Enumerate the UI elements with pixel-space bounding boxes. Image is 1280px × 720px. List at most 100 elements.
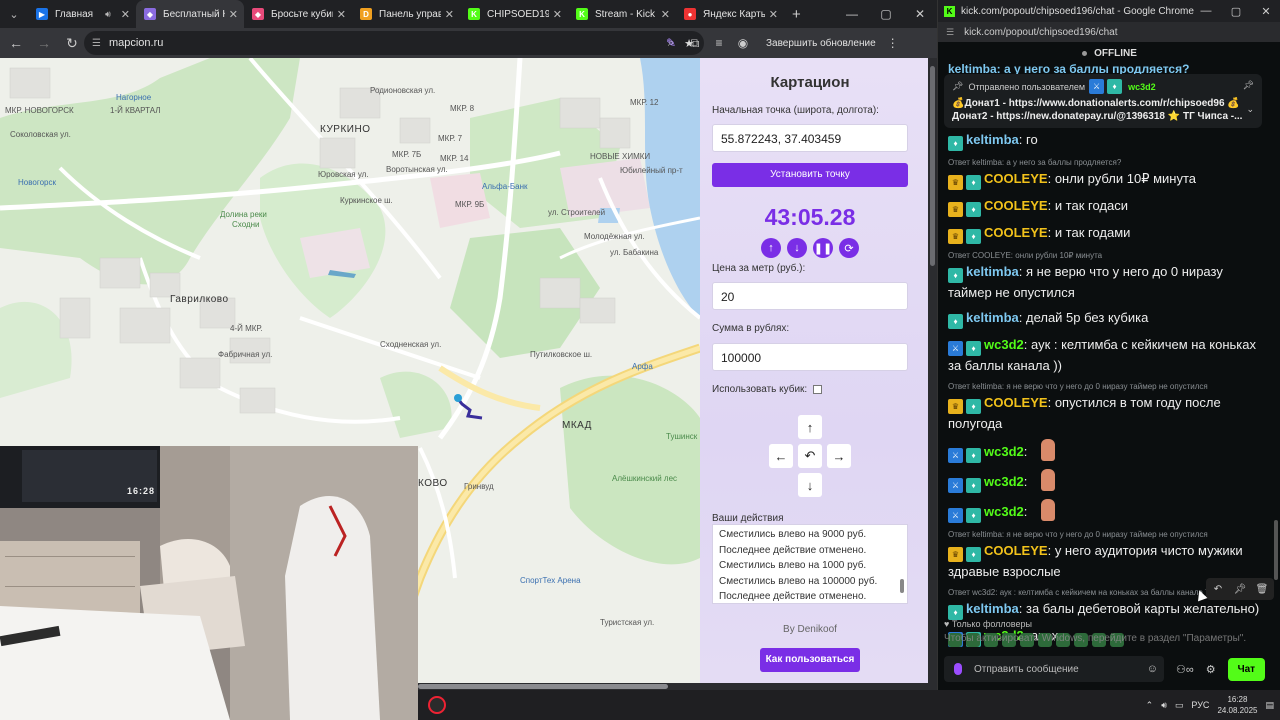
set-point-button[interactable]: Установить точку xyxy=(712,163,908,187)
start-point-input[interactable]: 55.872243, 37.403459 xyxy=(712,124,908,152)
chat-site-info-icon[interactable]: ☰ xyxy=(946,27,954,38)
pinned-expand-icon[interactable]: ⌄ xyxy=(1246,104,1254,115)
chat-username[interactable]: keltimba xyxy=(966,310,1019,325)
chat-message[interactable]: ♦ keltimba: делай 5р без кубика xyxy=(948,308,1268,329)
network-icon[interactable]: ▭ xyxy=(1175,700,1184,711)
pin-message-icon[interactable]: 📌︎ xyxy=(1230,580,1250,598)
back-icon[interactable]: ← xyxy=(4,31,28,55)
browser-tab[interactable]: D Панель управле ✕ xyxy=(352,0,460,28)
timer-refresh-icon[interactable]: ⟳ xyxy=(839,238,859,258)
maximize-icon[interactable]: ▢ xyxy=(869,0,903,28)
horizontal-scrollbar[interactable] xyxy=(418,683,937,690)
tab-close-icon[interactable]: ✕ xyxy=(769,8,778,21)
chat-message[interactable]: ♦ keltimba: го xyxy=(948,130,1268,151)
update-button[interactable]: Завершить обновление xyxy=(762,34,880,53)
browser-tab[interactable]: K Stream - Kick Da ✕ xyxy=(568,0,676,28)
chat-username[interactable]: keltimba xyxy=(966,601,1019,616)
chat-message[interactable]: ♛ ♦ COOLEYE: и так годаси xyxy=(948,196,1268,217)
browser-tab[interactable]: ▶ Главная 🔊︎ ✕ xyxy=(28,0,136,28)
tab-search-icon[interactable]: ⌄ xyxy=(0,0,28,28)
extensions-icon[interactable]: ⧉ xyxy=(684,36,706,51)
channel-points-icon[interactable]: ⚇∞ xyxy=(1176,663,1194,676)
timer-down-icon[interactable]: ↓ xyxy=(787,238,807,258)
browser-tab[interactable]: ● Яндекс Карты ✕ xyxy=(676,0,784,28)
timer-up-icon[interactable]: ↑ xyxy=(761,238,781,258)
tab-close-icon[interactable]: ✕ xyxy=(445,8,454,21)
browser-tab[interactable]: ◆ Бесплатный Карт ✕ xyxy=(136,0,244,28)
reload-icon[interactable]: ↻ xyxy=(60,31,84,55)
page-scrollbar[interactable] xyxy=(928,58,937,685)
chat-message[interactable]: ⚔ ♦ wc3d2: xyxy=(948,469,1268,493)
chat-username[interactable]: wc3d2 xyxy=(984,504,1024,519)
tab-close-icon[interactable]: ✕ xyxy=(121,8,130,21)
chat-username[interactable]: keltimba xyxy=(966,132,1019,147)
price-input[interactable]: 20 xyxy=(712,282,908,310)
timer-pause-icon[interactable]: ❚❚ xyxy=(813,238,833,258)
chat-message[interactable]: ♦ keltimba: я не верю что у него до 0 нир… xyxy=(948,262,1268,302)
address-bar[interactable]: ☰ mapcion.ru ⌕ ★ xyxy=(84,31,704,55)
actions-log[interactable]: Сместились влево на 9000 руб. Последнее д… xyxy=(712,524,908,604)
tab-close-icon[interactable]: ✕ xyxy=(553,8,562,21)
chat-message[interactable]: ♛ ♦ COOLEYE: онли рубли 10₽ минута xyxy=(948,169,1268,190)
move-left-icon[interactable]: ← xyxy=(769,444,793,468)
sum-input[interactable]: 100000 xyxy=(712,343,908,371)
taskbar-clock[interactable]: 16:28 24.08.2025 xyxy=(1217,694,1257,716)
chat-close-icon[interactable]: ✕ xyxy=(1251,0,1280,22)
chat-message[interactable]: ⚔ ♦ wc3d2: xyxy=(948,439,1268,463)
forward-icon[interactable]: → xyxy=(32,31,56,55)
notifications-icon[interactable]: ▤ xyxy=(1265,700,1274,711)
tab-close-icon[interactable]: ✕ xyxy=(229,8,238,21)
move-up-icon[interactable]: ↑ xyxy=(798,415,822,439)
chat-message[interactable]: ♛ ♦ COOLEYE: у него аудитория чисто мужики… xyxy=(948,541,1268,581)
extension-pen-icon[interactable]: ✎ xyxy=(660,36,682,50)
minimize-icon[interactable]: — xyxy=(835,0,869,28)
how-to-use-button[interactable]: Как пользоваться xyxy=(760,648,860,672)
profile-avatar-icon[interactable]: ◉ xyxy=(732,36,754,50)
reading-list-icon[interactable]: ≡ xyxy=(708,36,730,50)
emoji-icon[interactable]: ☺ xyxy=(1147,663,1158,675)
chat-username[interactable]: wc3d2 xyxy=(984,474,1024,489)
browser-tab[interactable]: ◆ Бросьте кубик ✕ xyxy=(244,0,352,28)
chat-settings-icon[interactable]: ⚙ xyxy=(1206,663,1216,676)
chat-username[interactable]: COOLEYE xyxy=(984,543,1048,558)
pinned-message[interactable]: 📌︎ Отправлено пользователем ⚔ ♦ wc3d2 💰Донат… xyxy=(944,74,1262,128)
chat-maximize-icon[interactable]: ▢ xyxy=(1221,0,1251,22)
tab-audio-icon[interactable]: 🔊︎ xyxy=(105,9,111,20)
use-dice-checkbox[interactable] xyxy=(813,385,822,394)
taskbar-app-icon[interactable] xyxy=(428,696,446,714)
chat-username[interactable]: wc3d2 xyxy=(984,444,1024,459)
chat-username[interactable]: COOLEYE xyxy=(984,171,1048,186)
chat-message[interactable]: ⚔ ♦ wc3d2: аук : келтимба с кейкичем на ко… xyxy=(948,335,1268,375)
chat-message[interactable]: ♛ ♦ COOLEYE: и так годами xyxy=(948,223,1268,244)
chat-username[interactable]: COOLEYE xyxy=(984,395,1048,410)
volume-icon[interactable]: 🔊︎ xyxy=(1161,700,1167,711)
site-info-icon[interactable]: ☰ xyxy=(92,38,101,49)
chat-minimize-icon[interactable]: — xyxy=(1191,0,1221,22)
chat-scrollbar[interactable] xyxy=(1274,130,1279,610)
language-indicator[interactable]: РУС xyxy=(1191,700,1209,710)
chat-message[interactable]: ♛ ♦ COOLEYE: опустился в том году после по… xyxy=(948,393,1268,433)
move-right-icon[interactable]: → xyxy=(827,444,851,468)
close-icon[interactable]: ✕ xyxy=(903,0,937,28)
chat-message[interactable]: ⚔ ♦ wc3d2: xyxy=(948,499,1268,523)
chat-username[interactable]: keltimba xyxy=(966,264,1019,279)
send-chat-button[interactable]: Чат xyxy=(1227,657,1266,681)
log-scrollbar[interactable] xyxy=(899,527,906,603)
chat-username[interactable]: wc3d2 xyxy=(984,337,1024,352)
chat-username[interactable]: COOLEYE xyxy=(984,225,1048,240)
new-tab-button[interactable]: + xyxy=(792,6,801,23)
undo-icon[interactable]: ↶ xyxy=(798,444,822,468)
chat-message[interactable]: ♦ keltimba: за балы дебетовой карты желат… xyxy=(948,599,1268,620)
chat-message-input[interactable]: Отправить сообщение ☺ xyxy=(944,656,1164,682)
menu-icon[interactable]: ⋮ xyxy=(882,36,904,50)
tab-close-icon[interactable]: ✕ xyxy=(661,8,670,21)
chat-url-bar[interactable]: ☰ kick.com/popout/chipsoed196/chat xyxy=(938,22,1280,42)
tab-close-icon[interactable]: ✕ xyxy=(337,8,346,21)
browser-tab[interactable]: K CHIPSOED196 St ✕ xyxy=(460,0,568,28)
delete-icon[interactable]: 🗑︎ xyxy=(1252,580,1272,598)
reply-icon[interactable]: ↶ xyxy=(1208,580,1228,598)
move-down-icon[interactable]: ↓ xyxy=(798,473,822,497)
unpin-icon[interactable]: 📌︎ xyxy=(1243,80,1254,91)
tray-chevron-icon[interactable]: ⌃ xyxy=(1146,700,1154,711)
chat-username[interactable]: COOLEYE xyxy=(984,198,1048,213)
